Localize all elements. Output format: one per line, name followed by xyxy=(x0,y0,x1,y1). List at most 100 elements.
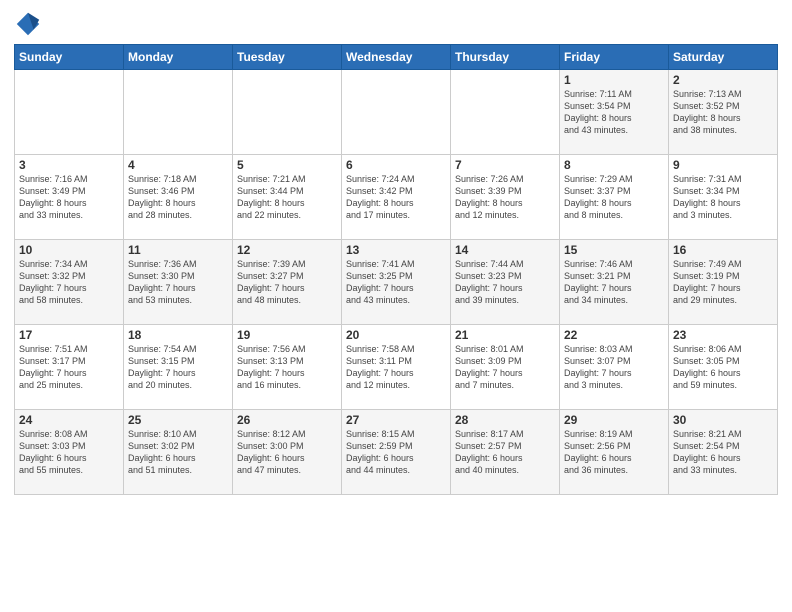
day-cell: 22Sunrise: 8:03 AM Sunset: 3:07 PM Dayli… xyxy=(560,325,669,410)
day-number: 25 xyxy=(128,413,228,427)
header-cell-friday: Friday xyxy=(560,45,669,70)
day-cell: 24Sunrise: 8:08 AM Sunset: 3:03 PM Dayli… xyxy=(15,410,124,495)
day-info: Sunrise: 7:51 AM Sunset: 3:17 PM Dayligh… xyxy=(19,343,119,392)
day-number: 16 xyxy=(673,243,773,257)
day-cell: 18Sunrise: 7:54 AM Sunset: 3:15 PM Dayli… xyxy=(124,325,233,410)
calendar-body: 1Sunrise: 7:11 AM Sunset: 3:54 PM Daylig… xyxy=(15,70,778,495)
day-cell: 30Sunrise: 8:21 AM Sunset: 2:54 PM Dayli… xyxy=(669,410,778,495)
day-cell: 9Sunrise: 7:31 AM Sunset: 3:34 PM Daylig… xyxy=(669,155,778,240)
day-number: 7 xyxy=(455,158,555,172)
day-number: 12 xyxy=(237,243,337,257)
day-info: Sunrise: 7:34 AM Sunset: 3:32 PM Dayligh… xyxy=(19,258,119,307)
header-cell-saturday: Saturday xyxy=(669,45,778,70)
day-info: Sunrise: 7:11 AM Sunset: 3:54 PM Dayligh… xyxy=(564,88,664,137)
day-number: 30 xyxy=(673,413,773,427)
day-cell: 13Sunrise: 7:41 AM Sunset: 3:25 PM Dayli… xyxy=(342,240,451,325)
day-number: 6 xyxy=(346,158,446,172)
day-number: 18 xyxy=(128,328,228,342)
day-cell xyxy=(451,70,560,155)
day-cell: 25Sunrise: 8:10 AM Sunset: 3:02 PM Dayli… xyxy=(124,410,233,495)
day-cell: 15Sunrise: 7:46 AM Sunset: 3:21 PM Dayli… xyxy=(560,240,669,325)
day-cell: 29Sunrise: 8:19 AM Sunset: 2:56 PM Dayli… xyxy=(560,410,669,495)
header-cell-tuesday: Tuesday xyxy=(233,45,342,70)
day-cell: 1Sunrise: 7:11 AM Sunset: 3:54 PM Daylig… xyxy=(560,70,669,155)
day-cell: 6Sunrise: 7:24 AM Sunset: 3:42 PM Daylig… xyxy=(342,155,451,240)
day-cell: 16Sunrise: 7:49 AM Sunset: 3:19 PM Dayli… xyxy=(669,240,778,325)
day-info: Sunrise: 7:44 AM Sunset: 3:23 PM Dayligh… xyxy=(455,258,555,307)
day-number: 21 xyxy=(455,328,555,342)
day-info: Sunrise: 7:39 AM Sunset: 3:27 PM Dayligh… xyxy=(237,258,337,307)
day-cell: 7Sunrise: 7:26 AM Sunset: 3:39 PM Daylig… xyxy=(451,155,560,240)
day-number: 20 xyxy=(346,328,446,342)
day-info: Sunrise: 7:13 AM Sunset: 3:52 PM Dayligh… xyxy=(673,88,773,137)
header-cell-sunday: Sunday xyxy=(15,45,124,70)
day-cell xyxy=(233,70,342,155)
day-cell xyxy=(342,70,451,155)
day-cell: 28Sunrise: 8:17 AM Sunset: 2:57 PM Dayli… xyxy=(451,410,560,495)
day-cell: 21Sunrise: 8:01 AM Sunset: 3:09 PM Dayli… xyxy=(451,325,560,410)
day-cell xyxy=(124,70,233,155)
header-cell-thursday: Thursday xyxy=(451,45,560,70)
day-info: Sunrise: 8:08 AM Sunset: 3:03 PM Dayligh… xyxy=(19,428,119,477)
day-info: Sunrise: 7:29 AM Sunset: 3:37 PM Dayligh… xyxy=(564,173,664,222)
week-row-5: 24Sunrise: 8:08 AM Sunset: 3:03 PM Dayli… xyxy=(15,410,778,495)
week-row-4: 17Sunrise: 7:51 AM Sunset: 3:17 PM Dayli… xyxy=(15,325,778,410)
day-cell: 12Sunrise: 7:39 AM Sunset: 3:27 PM Dayli… xyxy=(233,240,342,325)
day-number: 28 xyxy=(455,413,555,427)
day-cell: 8Sunrise: 7:29 AM Sunset: 3:37 PM Daylig… xyxy=(560,155,669,240)
day-number: 23 xyxy=(673,328,773,342)
calendar-table: SundayMondayTuesdayWednesdayThursdayFrid… xyxy=(14,44,778,495)
day-info: Sunrise: 7:21 AM Sunset: 3:44 PM Dayligh… xyxy=(237,173,337,222)
day-info: Sunrise: 7:31 AM Sunset: 3:34 PM Dayligh… xyxy=(673,173,773,222)
week-row-1: 1Sunrise: 7:11 AM Sunset: 3:54 PM Daylig… xyxy=(15,70,778,155)
day-info: Sunrise: 8:17 AM Sunset: 2:57 PM Dayligh… xyxy=(455,428,555,477)
day-cell: 11Sunrise: 7:36 AM Sunset: 3:30 PM Dayli… xyxy=(124,240,233,325)
day-info: Sunrise: 8:19 AM Sunset: 2:56 PM Dayligh… xyxy=(564,428,664,477)
day-number: 1 xyxy=(564,73,664,87)
day-cell: 27Sunrise: 8:15 AM Sunset: 2:59 PM Dayli… xyxy=(342,410,451,495)
day-number: 22 xyxy=(564,328,664,342)
day-info: Sunrise: 7:26 AM Sunset: 3:39 PM Dayligh… xyxy=(455,173,555,222)
day-cell: 10Sunrise: 7:34 AM Sunset: 3:32 PM Dayli… xyxy=(15,240,124,325)
day-cell: 26Sunrise: 8:12 AM Sunset: 3:00 PM Dayli… xyxy=(233,410,342,495)
day-info: Sunrise: 7:58 AM Sunset: 3:11 PM Dayligh… xyxy=(346,343,446,392)
day-info: Sunrise: 7:18 AM Sunset: 3:46 PM Dayligh… xyxy=(128,173,228,222)
week-row-2: 3Sunrise: 7:16 AM Sunset: 3:49 PM Daylig… xyxy=(15,155,778,240)
day-number: 24 xyxy=(19,413,119,427)
day-info: Sunrise: 7:56 AM Sunset: 3:13 PM Dayligh… xyxy=(237,343,337,392)
day-info: Sunrise: 7:41 AM Sunset: 3:25 PM Dayligh… xyxy=(346,258,446,307)
day-number: 13 xyxy=(346,243,446,257)
day-number: 19 xyxy=(237,328,337,342)
day-cell: 2Sunrise: 7:13 AM Sunset: 3:52 PM Daylig… xyxy=(669,70,778,155)
day-cell: 23Sunrise: 8:06 AM Sunset: 3:05 PM Dayli… xyxy=(669,325,778,410)
header-row: SundayMondayTuesdayWednesdayThursdayFrid… xyxy=(15,45,778,70)
day-cell: 19Sunrise: 7:56 AM Sunset: 3:13 PM Dayli… xyxy=(233,325,342,410)
day-info: Sunrise: 7:49 AM Sunset: 3:19 PM Dayligh… xyxy=(673,258,773,307)
day-info: Sunrise: 8:03 AM Sunset: 3:07 PM Dayligh… xyxy=(564,343,664,392)
day-cell: 17Sunrise: 7:51 AM Sunset: 3:17 PM Dayli… xyxy=(15,325,124,410)
calendar-header: SundayMondayTuesdayWednesdayThursdayFrid… xyxy=(15,45,778,70)
day-info: Sunrise: 8:06 AM Sunset: 3:05 PM Dayligh… xyxy=(673,343,773,392)
day-number: 11 xyxy=(128,243,228,257)
day-info: Sunrise: 7:46 AM Sunset: 3:21 PM Dayligh… xyxy=(564,258,664,307)
day-number: 10 xyxy=(19,243,119,257)
day-info: Sunrise: 7:16 AM Sunset: 3:49 PM Dayligh… xyxy=(19,173,119,222)
logo-icon xyxy=(14,10,42,38)
day-number: 26 xyxy=(237,413,337,427)
day-info: Sunrise: 7:36 AM Sunset: 3:30 PM Dayligh… xyxy=(128,258,228,307)
header-cell-wednesday: Wednesday xyxy=(342,45,451,70)
day-number: 4 xyxy=(128,158,228,172)
day-cell: 4Sunrise: 7:18 AM Sunset: 3:46 PM Daylig… xyxy=(124,155,233,240)
day-cell: 5Sunrise: 7:21 AM Sunset: 3:44 PM Daylig… xyxy=(233,155,342,240)
day-number: 15 xyxy=(564,243,664,257)
day-info: Sunrise: 7:24 AM Sunset: 3:42 PM Dayligh… xyxy=(346,173,446,222)
week-row-3: 10Sunrise: 7:34 AM Sunset: 3:32 PM Dayli… xyxy=(15,240,778,325)
day-number: 17 xyxy=(19,328,119,342)
day-number: 2 xyxy=(673,73,773,87)
header xyxy=(14,10,778,38)
header-cell-monday: Monday xyxy=(124,45,233,70)
day-info: Sunrise: 8:21 AM Sunset: 2:54 PM Dayligh… xyxy=(673,428,773,477)
day-cell: 3Sunrise: 7:16 AM Sunset: 3:49 PM Daylig… xyxy=(15,155,124,240)
day-number: 8 xyxy=(564,158,664,172)
day-number: 27 xyxy=(346,413,446,427)
